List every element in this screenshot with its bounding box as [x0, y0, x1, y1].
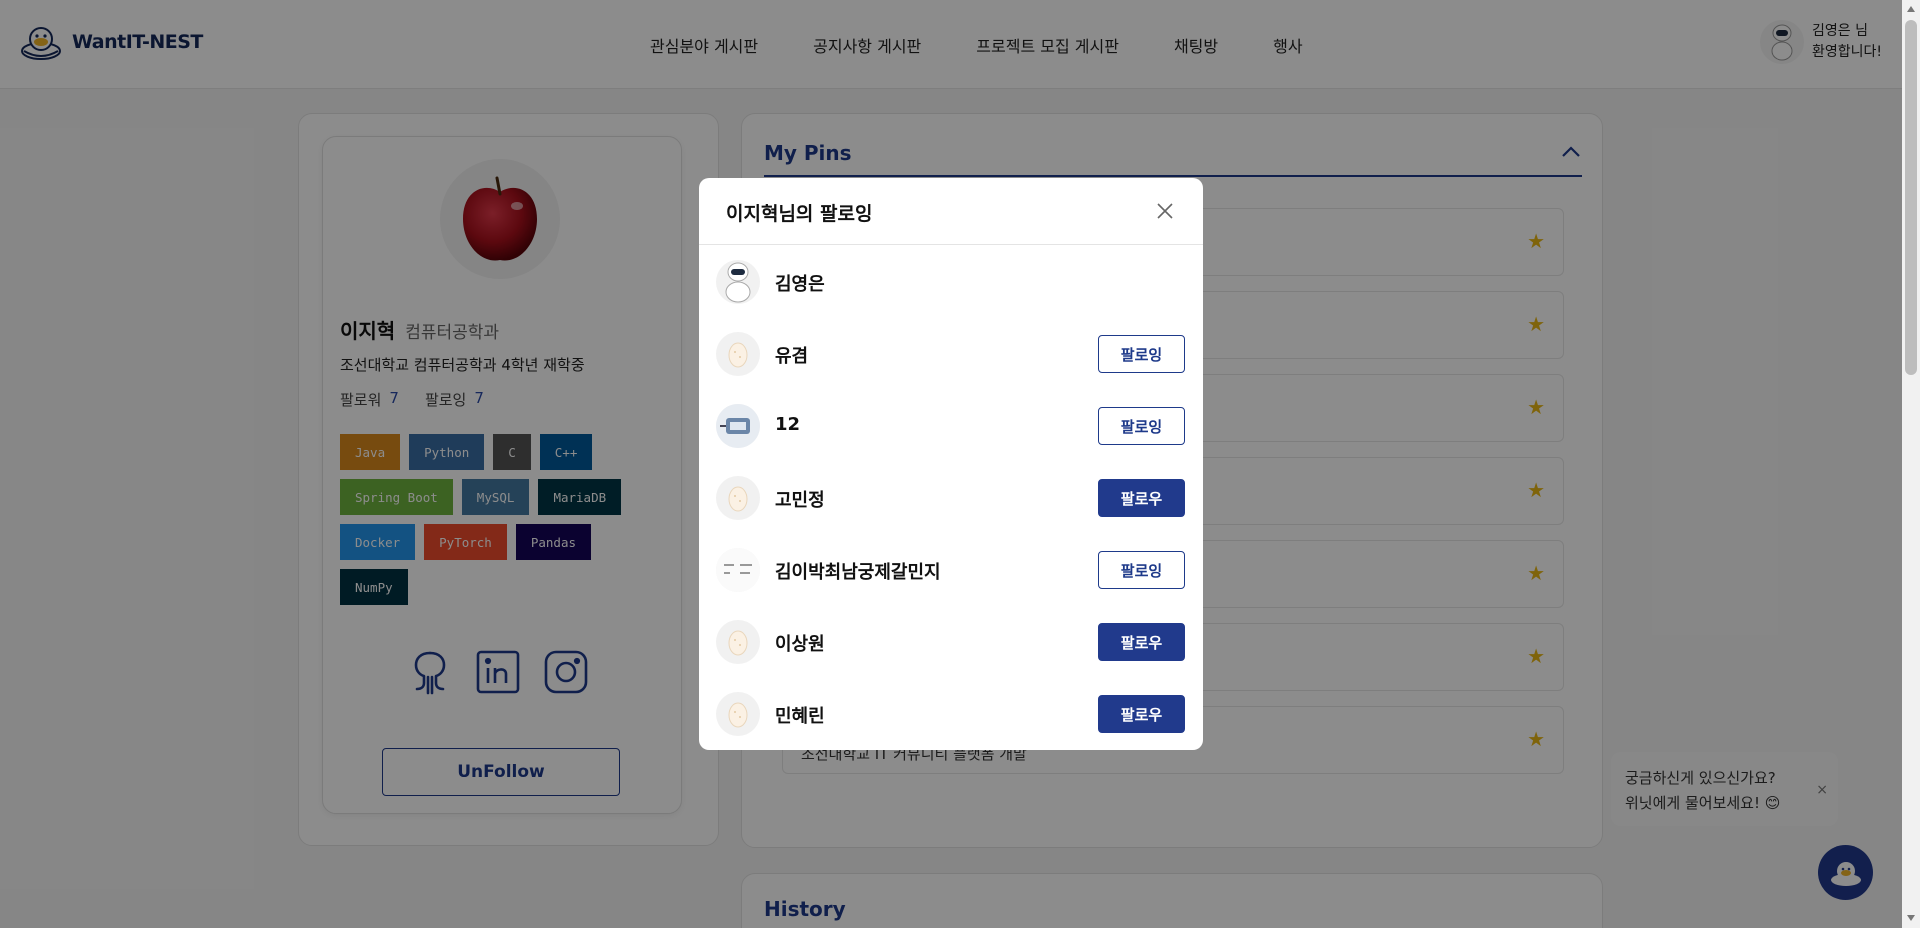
following-row[interactable]: 12 팔로잉	[699, 390, 1203, 462]
modal-title: 이지혁님의 팔로잉	[726, 203, 873, 225]
robot-avatar-icon[interactable]	[716, 260, 760, 304]
following-row[interactable]: 김이박최남궁제갈민지 팔로잉	[699, 534, 1203, 606]
following-modal: 이지혁님의 팔로잉 김영은 유겸 팔로잉 12 팔로잉 고민정 팔로우 김이박최남궁제갈민지 팔…	[699, 178, 1203, 750]
following-user-name[interactable]: 고민정	[775, 486, 825, 512]
egg-avatar-icon[interactable]	[716, 332, 760, 376]
following-row[interactable]: 이상원 팔로우	[699, 606, 1203, 678]
following-user-name[interactable]: 유겸	[775, 342, 808, 368]
following-user-name[interactable]: 김이박최남궁제갈민지	[775, 558, 941, 584]
following-row[interactable]: 민혜린 팔로우	[699, 678, 1203, 750]
modal-header: 이지혁님의 팔로잉	[699, 178, 1203, 245]
egg-avatar-icon[interactable]	[716, 620, 760, 664]
text-avatar-icon[interactable]	[716, 548, 760, 592]
page-scrollbar[interactable]	[1902, 0, 1920, 928]
following-user-name[interactable]: 이상원	[775, 630, 825, 656]
follow-button[interactable]: 팔로우	[1098, 623, 1185, 661]
egg-avatar-icon[interactable]	[716, 476, 760, 520]
following-row[interactable]: 고민정 팔로우	[699, 462, 1203, 534]
following-user-name[interactable]: 김영은	[775, 270, 825, 296]
robot-photo-avatar-icon[interactable]	[716, 404, 760, 448]
follow-button[interactable]: 팔로우	[1098, 695, 1185, 733]
following-user-name[interactable]: 민혜린	[775, 702, 825, 728]
egg-avatar-icon[interactable]	[716, 692, 760, 736]
following-button[interactable]: 팔로잉	[1098, 551, 1185, 589]
following-row[interactable]: 김영은	[699, 246, 1203, 318]
close-icon[interactable]	[1154, 200, 1176, 222]
following-button[interactable]: 팔로잉	[1098, 335, 1185, 373]
scroll-up-arrow[interactable]	[1907, 6, 1915, 12]
follow-button[interactable]: 팔로우	[1098, 479, 1185, 517]
scroll-thumb[interactable]	[1905, 20, 1917, 375]
scroll-down-arrow[interactable]	[1907, 915, 1915, 921]
following-row[interactable]: 유겸 팔로잉	[699, 318, 1203, 390]
following-user-name[interactable]: 12	[775, 414, 800, 435]
following-button[interactable]: 팔로잉	[1098, 407, 1185, 445]
